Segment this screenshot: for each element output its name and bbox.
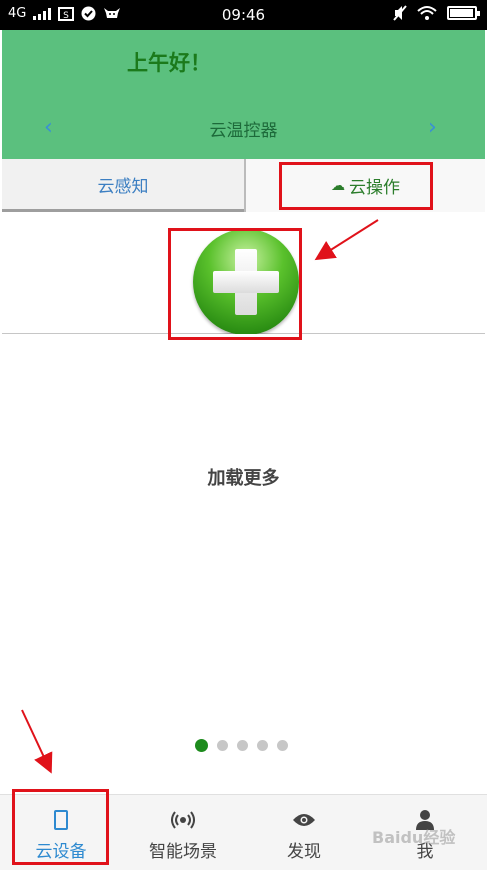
annotation-arrow [21, 709, 53, 774]
annotation-arrows [21, 219, 379, 774]
watermark: Baidu经验 [372, 828, 456, 847]
annotation-arrow [314, 219, 379, 261]
